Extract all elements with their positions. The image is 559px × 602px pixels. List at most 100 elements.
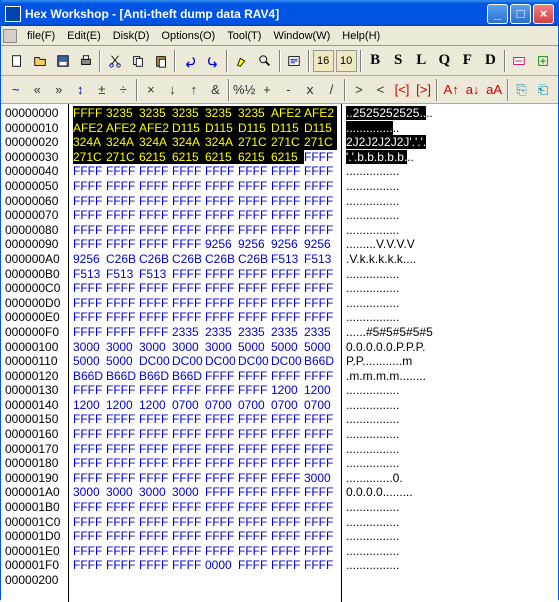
ascii-row[interactable]: ................ xyxy=(346,281,558,296)
copy1-button[interactable]: ⎘ xyxy=(512,79,532,101)
hex-word[interactable]: FFFF xyxy=(172,296,205,311)
hex-word[interactable]: DC00 xyxy=(271,354,304,369)
hex-word[interactable]: 6215 xyxy=(271,150,304,165)
hex-word[interactable]: FFFF xyxy=(205,296,238,311)
hex-word[interactable]: FFFF xyxy=(205,281,238,296)
hex-word[interactable]: FFFF xyxy=(238,427,271,442)
hex-word[interactable]: DC00 xyxy=(139,354,172,369)
hex-word[interactable]: FFFF xyxy=(304,369,337,384)
hex-word[interactable]: 324A xyxy=(106,135,139,150)
hex-row[interactable]: B66DB66DB66DB66DFFFFFFFFFFFFFFFF xyxy=(73,369,341,384)
hex-word[interactable]: F513 xyxy=(271,252,304,267)
hex-word[interactable]: FFFF xyxy=(304,150,337,165)
hex-word[interactable]: FFFF xyxy=(238,456,271,471)
hex-word[interactable]: FFFF xyxy=(73,281,106,296)
hex-word[interactable]: FFFF xyxy=(205,179,238,194)
hex-word[interactable]: FFFF xyxy=(73,208,106,223)
amp-button[interactable]: & xyxy=(206,79,226,101)
hex-word[interactable]: 5000 xyxy=(238,340,271,355)
hex-word[interactable]: FFFF xyxy=(73,442,106,457)
plus-button[interactable]: + xyxy=(257,79,277,101)
hex-word[interactable]: 9256 xyxy=(73,252,106,267)
hex-word[interactable]: FFFF xyxy=(304,179,337,194)
hex-row[interactable]: FFFFFFFFFFFFFFFFFFFFFFFFFFFFFFFF xyxy=(73,412,341,427)
hex-word[interactable]: 2335 xyxy=(205,325,238,340)
hex-word[interactable]: FFFF xyxy=(205,471,238,486)
menu-disk[interactable]: Disk(D) xyxy=(107,30,156,42)
hex-word[interactable]: 2335 xyxy=(304,325,337,340)
hex-word[interactable]: 6215 xyxy=(172,150,205,165)
hex-word[interactable]: FFFF xyxy=(304,164,337,179)
hex-word[interactable]: FFFF xyxy=(106,237,139,252)
hex-word[interactable]: FFFF xyxy=(238,164,271,179)
hex-word[interactable]: FFFF xyxy=(271,558,304,573)
hex-word[interactable]: FFFF xyxy=(172,237,205,252)
hex-word[interactable]: FFFF xyxy=(271,427,304,442)
hex-word[interactable]: 6215 xyxy=(238,150,271,165)
hex-word[interactable]: FFFF xyxy=(271,194,304,209)
hex-word[interactable]: FFFF xyxy=(172,558,205,573)
ascii-row[interactable]: ................ xyxy=(346,194,558,209)
hex-word[interactable]: FFFF xyxy=(238,208,271,223)
hex-word[interactable]: FFFF xyxy=(73,558,106,573)
hex-word[interactable]: 6215 xyxy=(205,150,238,165)
hex-row[interactable]: FFFFFFFFFFFFFFFF9256925692569256 xyxy=(73,237,341,252)
hex-word[interactable]: FFFF xyxy=(106,223,139,238)
hex-word[interactable]: 271C xyxy=(271,135,304,150)
print-button[interactable] xyxy=(75,50,96,72)
ascii-row[interactable]: ................ xyxy=(346,412,558,427)
shr-button[interactable]: » xyxy=(49,79,69,101)
hex-word[interactable]: FFFF xyxy=(238,267,271,282)
hex-word[interactable]: C26B xyxy=(139,252,172,267)
hex-word[interactable]: FFFF xyxy=(73,310,106,325)
hex-word[interactable]: FFFF xyxy=(172,544,205,559)
hex-row[interactable]: FFFFFFFFFFFFFFFFFFFFFFFFFFFF3000 xyxy=(73,471,341,486)
ascii-row[interactable]: ................ xyxy=(346,267,558,282)
type-d-button[interactable]: D xyxy=(480,50,501,72)
hex-word[interactable]: FFFF xyxy=(238,383,271,398)
hex-word[interactable]: AFE2 xyxy=(139,121,172,136)
add-button[interactable] xyxy=(532,50,553,72)
hex-word[interactable]: FFFF xyxy=(73,515,106,530)
hex-word[interactable]: FFFF xyxy=(304,223,337,238)
hex-row[interactable]: FFFFFFFFFFFFFFFFFFFFFFFFFFFFFFFF xyxy=(73,194,341,209)
hex-word[interactable]: FFFF xyxy=(172,179,205,194)
hex-word[interactable]: FFFF xyxy=(106,456,139,471)
hex-word[interactable]: 6215 xyxy=(139,150,172,165)
hex-word[interactable]: FFFF xyxy=(106,442,139,457)
hex-word[interactable]: FFFF xyxy=(73,471,106,486)
hex-word[interactable]: 1200 xyxy=(304,383,337,398)
hex-word[interactable]: FFFF xyxy=(205,515,238,530)
hex-word[interactable]: C26B xyxy=(172,252,205,267)
hex-word[interactable]: FFFF xyxy=(106,281,139,296)
ascii-row[interactable]: '.'.b.b.b.b.b... xyxy=(346,150,558,165)
hex-word[interactable]: FFFF xyxy=(139,442,172,457)
hex-word[interactable]: AFE2 xyxy=(73,121,106,136)
hex-word[interactable]: FFFF xyxy=(271,208,304,223)
hex-word[interactable]: 3000 xyxy=(304,471,337,486)
hex-word[interactable]: AFE2 xyxy=(271,106,304,121)
hex-column[interactable]: FFFF32353235323532353235AFE2AFE2AFE2AFE2… xyxy=(69,104,342,602)
hex-word[interactable]: 0700 xyxy=(304,398,337,413)
hex-word[interactable]: FFFF xyxy=(271,223,304,238)
hex-word[interactable]: FFFF xyxy=(304,427,337,442)
hex-word[interactable]: FFFF xyxy=(139,223,172,238)
hex-word[interactable]: FFFF xyxy=(238,179,271,194)
hex-word[interactable]: 324A xyxy=(205,135,238,150)
hex-word[interactable]: 1200 xyxy=(139,398,172,413)
blkshr-button[interactable]: ÷ xyxy=(114,79,134,101)
hex-word[interactable]: F513 xyxy=(106,267,139,282)
save-button[interactable] xyxy=(52,50,73,72)
new-button[interactable] xyxy=(6,50,27,72)
hex-word[interactable]: 2335 xyxy=(238,325,271,340)
hex-word[interactable]: FFFF xyxy=(139,471,172,486)
hex-word[interactable]: FFFF xyxy=(271,310,304,325)
hex-word[interactable]: B66D xyxy=(172,369,205,384)
hex-word[interactable]: FFFF xyxy=(172,194,205,209)
hex-word[interactable]: B66D xyxy=(139,369,172,384)
hex-word[interactable]: FFFF xyxy=(106,310,139,325)
hex-word[interactable]: FFFF xyxy=(205,310,238,325)
hex-word[interactable]: DC00 xyxy=(205,354,238,369)
hex-word[interactable]: FFFF xyxy=(238,515,271,530)
hex-word[interactable]: FFFF xyxy=(238,296,271,311)
